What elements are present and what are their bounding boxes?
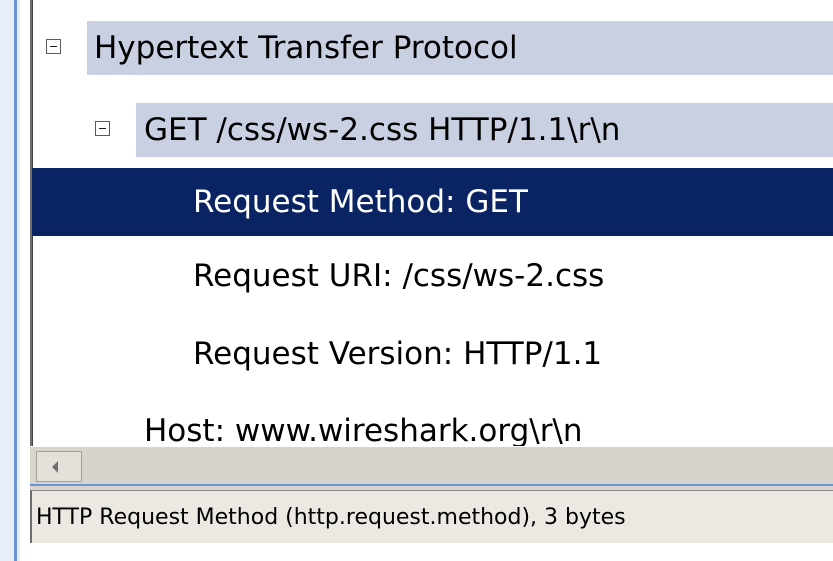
tree-row-request-uri[interactable]: Request URI: /css/ws-2.css — [32, 245, 833, 307]
tree-row-http[interactable]: Hypertext Transfer Protocol — [32, 17, 833, 79]
tree-row-label: Request Version: HTTP/1.1 — [193, 336, 603, 372]
tree-row-label: Request Method: GET — [193, 184, 528, 220]
tree-row-label: Request URI: /css/ws-2.css — [193, 258, 605, 294]
wireshark-window: Hypertext Transfer Protocol GET /css/ws-… — [0, 0, 833, 561]
horizontal-scrollbar[interactable] — [30, 446, 833, 484]
arrow-left-icon — [52, 461, 58, 473]
collapse-icon[interactable] — [46, 39, 61, 54]
collapse-icon[interactable] — [95, 121, 110, 136]
tree-row-get-request[interactable]: GET /css/ws-2.css HTTP/1.1\r\n — [32, 99, 833, 161]
tree-row-request-method[interactable]: Request Method: GET — [32, 168, 833, 236]
scroll-left-button[interactable] — [36, 451, 82, 482]
bottom-strip — [30, 543, 833, 561]
status-text: HTTP Request Method (http.request.method… — [36, 504, 626, 530]
tree-row-label: GET /css/ws-2.css HTTP/1.1\r\n — [144, 112, 621, 148]
tree-row-label: Hypertext Transfer Protocol — [94, 30, 518, 66]
tree-row-request-version[interactable]: Request Version: HTTP/1.1 — [32, 323, 833, 385]
tree-row-host[interactable]: Host: www.wireshark.org\r\n — [32, 400, 833, 446]
packet-details-tree[interactable]: Hypertext Transfer Protocol GET /css/ws-… — [30, 0, 833, 446]
status-bar: HTTP Request Method (http.request.method… — [30, 490, 833, 543]
window-border — [0, 0, 20, 561]
tree-row-label: Host: www.wireshark.org\r\n — [144, 413, 583, 446]
